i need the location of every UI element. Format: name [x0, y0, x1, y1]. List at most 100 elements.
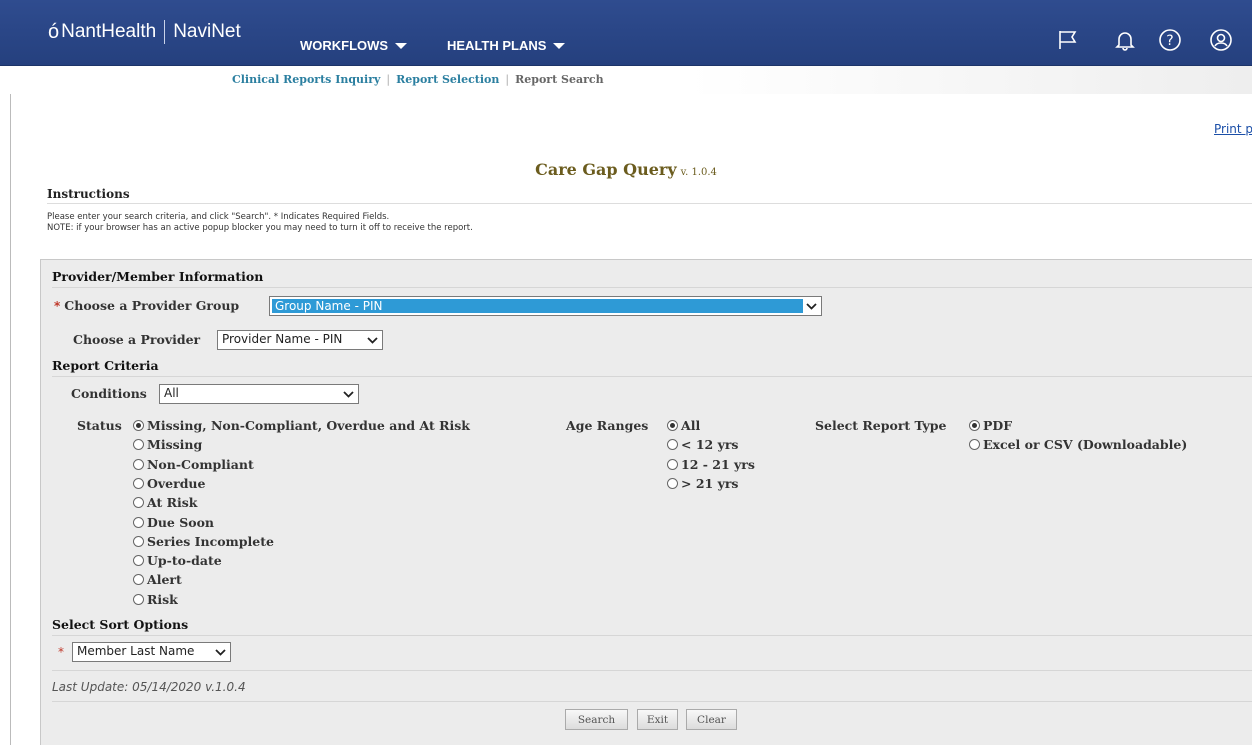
instructions-heading: Instructions — [47, 187, 130, 201]
age-range-option-label: 12 - 21 yrs — [681, 456, 755, 472]
age-range-option-label: > 21 yrs — [681, 475, 739, 491]
query-form-panel: Provider/Member Information * Choose a Pr… — [40, 259, 1252, 745]
status-option[interactable]: Missing, Non-Compliant, Overdue and At R… — [133, 418, 470, 433]
radio-button[interactable] — [667, 477, 678, 489]
chevron-down-icon — [806, 303, 817, 310]
nanthealth-logo-icon: ó — [48, 20, 60, 43]
radio-button[interactable] — [133, 497, 144, 509]
radio-button[interactable] — [133, 439, 144, 451]
page-title-text: Care Gap Query — [535, 160, 677, 179]
section-divider — [52, 670, 1252, 671]
content-left-border — [10, 94, 11, 745]
provider-group-label-text: Choose a Provider Group — [64, 298, 240, 313]
provider-label: Choose a Provider — [73, 332, 201, 347]
age-range-option[interactable]: < 12 yrs — [667, 437, 738, 452]
breadcrumb-separator: | — [505, 73, 510, 86]
report-criteria-heading: Report Criteria — [52, 358, 159, 373]
sort-select[interactable]: Member Last Name — [72, 642, 231, 662]
chevron-down-icon — [343, 391, 354, 398]
help-icon[interactable]: ? — [1156, 26, 1184, 54]
breadcrumb-report-selection[interactable]: Report Selection — [396, 73, 499, 86]
radio-button[interactable] — [667, 458, 678, 470]
status-option-label: Series Incomplete — [147, 533, 274, 549]
conditions-value: All — [164, 386, 179, 400]
radio-button[interactable] — [133, 555, 144, 567]
workflows-label: WORKFLOWS — [300, 38, 389, 53]
instructions-divider — [47, 203, 1252, 204]
conditions-label: Conditions — [71, 386, 147, 401]
instructions-line-2: NOTE: if your browser has an active popu… — [47, 223, 473, 233]
workflows-menu[interactable]: WORKFLOWS — [300, 38, 408, 53]
radio-button[interactable] — [133, 477, 144, 489]
radio-button[interactable] — [133, 458, 144, 470]
report-type-option[interactable]: PDF — [969, 418, 1012, 433]
status-option[interactable]: Missing — [133, 437, 202, 452]
age-range-option[interactable]: All — [667, 418, 700, 433]
sort-value: Member Last Name — [77, 644, 195, 658]
status-option-label: Due Soon — [147, 514, 215, 530]
brand-product: NaviNet — [173, 21, 241, 42]
status-option[interactable]: Due Soon — [133, 515, 214, 530]
radio-button[interactable] — [969, 439, 980, 451]
provider-select[interactable]: Provider Name - PIN — [217, 330, 383, 350]
chevron-down-icon — [367, 337, 378, 344]
status-option-label: Missing — [147, 437, 203, 453]
top-nav-bar: ó NantHealth NaviNet WORKFLOWS HEALTH PL… — [0, 0, 1252, 66]
section-divider — [52, 376, 1252, 377]
navinet-logo[interactable]: ó NantHealth NaviNet — [48, 20, 241, 44]
caret-down-icon — [553, 42, 566, 49]
required-marker: * — [58, 645, 64, 659]
section-divider — [52, 635, 1252, 636]
radio-button[interactable] — [133, 420, 144, 431]
radio-button[interactable] — [133, 535, 144, 547]
status-option-label: At Risk — [147, 495, 198, 511]
radio-button[interactable] — [667, 420, 678, 431]
report-type-label: Select Report Type — [815, 418, 947, 433]
health-plans-label: HEALTH PLANS — [447, 38, 547, 53]
health-plans-menu[interactable]: HEALTH PLANS — [447, 38, 566, 53]
age-range-option[interactable]: > 21 yrs — [667, 476, 738, 491]
status-option[interactable]: Risk — [133, 592, 178, 607]
status-label: Status — [77, 418, 122, 433]
report-type-option[interactable]: Excel or CSV (Downloadable) — [969, 437, 1187, 452]
exit-button[interactable]: Exit — [637, 709, 678, 730]
provider-group-select[interactable]: Group Name - PIN — [269, 296, 822, 316]
report-type-option-label: Excel or CSV (Downloadable) — [983, 437, 1188, 453]
status-option[interactable]: At Risk — [133, 495, 197, 510]
status-option[interactable]: Non-Compliant — [133, 457, 254, 472]
radio-button[interactable] — [133, 574, 144, 586]
search-button[interactable]: Search — [565, 709, 628, 730]
age-range-option-label: All — [681, 418, 701, 433]
caret-down-icon — [395, 42, 408, 49]
age-range-option[interactable]: 12 - 21 yrs — [667, 457, 755, 472]
status-option-label: Risk — [147, 591, 178, 607]
radio-button[interactable] — [969, 420, 980, 431]
status-option[interactable]: Series Incomplete — [133, 534, 274, 549]
age-range-option-label: < 12 yrs — [681, 437, 739, 453]
page-title: Care Gap Query v. 1.0.4 — [0, 160, 1252, 179]
account-icon[interactable] — [1207, 26, 1235, 54]
report-type-option-label: PDF — [983, 418, 1013, 433]
page-version: v. 1.0.4 — [680, 167, 717, 178]
breadcrumb-clinical-reports[interactable]: Clinical Reports Inquiry — [232, 73, 380, 86]
breadcrumb-current: Report Search — [515, 73, 604, 86]
status-option[interactable]: Up-to-date — [133, 553, 222, 568]
chevron-down-icon — [215, 649, 226, 656]
svg-text:?: ? — [1166, 33, 1173, 49]
print-page-link[interactable]: Print page — [1214, 122, 1252, 136]
clear-button[interactable]: Clear — [686, 709, 737, 730]
flag-icon[interactable] — [1054, 26, 1082, 54]
status-option[interactable]: Overdue — [133, 476, 205, 491]
logo-divider — [164, 20, 166, 44]
status-option-label: Alert — [147, 572, 182, 588]
radio-button[interactable] — [133, 516, 144, 528]
provider-group-value: Group Name - PIN — [272, 299, 803, 313]
bell-icon[interactable] — [1111, 26, 1139, 54]
section-divider — [52, 287, 1252, 288]
radio-button[interactable] — [667, 439, 678, 451]
required-marker: * — [54, 299, 61, 313]
status-option[interactable]: Alert — [133, 572, 182, 587]
conditions-select[interactable]: All — [159, 384, 359, 404]
radio-button[interactable] — [133, 593, 144, 605]
section-divider — [52, 701, 1252, 702]
